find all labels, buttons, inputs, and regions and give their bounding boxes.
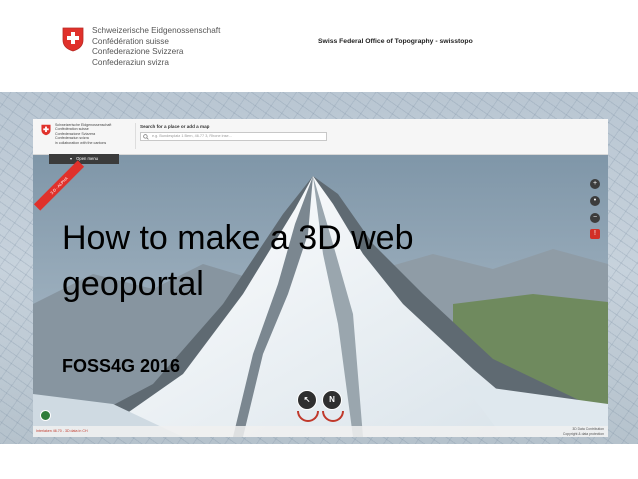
rotate-button[interactable]: − xyxy=(590,213,600,223)
confederation-names: Schweizerische Eidgenossenschaft Confédé… xyxy=(92,26,220,68)
north-icon: N xyxy=(329,395,335,404)
compass-control[interactable]: N xyxy=(322,390,342,410)
zoom-in-button[interactable]: + xyxy=(590,179,600,189)
zoom-out-button[interactable]: • xyxy=(590,196,600,206)
search-input[interactable]: e.g. Bundesplatz 1 Bern, 46.77 3, Rhone … xyxy=(140,132,327,141)
slide-subtitle: FOSS4G 2016 xyxy=(62,356,181,376)
status-bar: Interlaken 46.70 - 3D data in CH 3D Data… xyxy=(33,426,608,437)
zoom-in-icon: + xyxy=(592,180,598,187)
chevron-down-icon: ▾ xyxy=(70,156,73,161)
confederation-name-rm: Confederaziun svizra xyxy=(92,57,169,67)
open-menu-label: Open menu xyxy=(76,156,98,161)
slide-title: How to make a 3D web geoportal xyxy=(62,219,414,303)
report-problem-icon: ! xyxy=(594,230,596,237)
confederation-name-de: Schweizerische Eidgenossenschaft xyxy=(92,26,221,35)
search-label: Search for a place or add a map xyxy=(140,124,210,129)
report-problem-button[interactable]: ! xyxy=(590,229,600,239)
header-divider xyxy=(135,123,136,149)
geoportal-header: Schweizerische Eidgenossenschaft Confédé… xyxy=(33,119,608,155)
globe-icon[interactable] xyxy=(40,410,51,421)
zoom-out-icon: • xyxy=(593,197,597,204)
search-icon xyxy=(143,134,149,140)
slide-header: Schweizerische Eidgenossenschaft Confédé… xyxy=(0,0,638,92)
geoportal-confederation-names: Schweizerische Eidgenossenschaft Confédé… xyxy=(55,123,111,145)
tilt-control[interactable]: ↖ xyxy=(297,390,317,410)
confederation-name-it: Confederazione Svizzera xyxy=(92,47,184,57)
status-location[interactable]: Interlaken 46.70 - 3D data in CH xyxy=(36,429,88,433)
minus-icon: − xyxy=(592,214,598,221)
geoportal-name-extra: in collaboration with the cantons xyxy=(55,140,107,145)
swiss-coat-of-arms-icon xyxy=(62,27,84,52)
status-links: 3D Data Contribution Copyright & data pr… xyxy=(563,427,604,436)
open-menu-button[interactable]: ▾ Open menu xyxy=(49,154,119,164)
swiss-coat-of-arms-icon xyxy=(41,124,51,136)
copyright-link[interactable]: Copyright & data protection xyxy=(563,432,604,437)
confederation-name-fr: Confédération suisse xyxy=(92,36,169,46)
office-name: Swiss Federal Office of Topography - swi… xyxy=(318,38,473,45)
search-placeholder: e.g. Bundesplatz 1 Bern, 46.77 3, Rhone … xyxy=(152,134,232,138)
tilt-arrow-icon: ↖ xyxy=(303,395,311,404)
